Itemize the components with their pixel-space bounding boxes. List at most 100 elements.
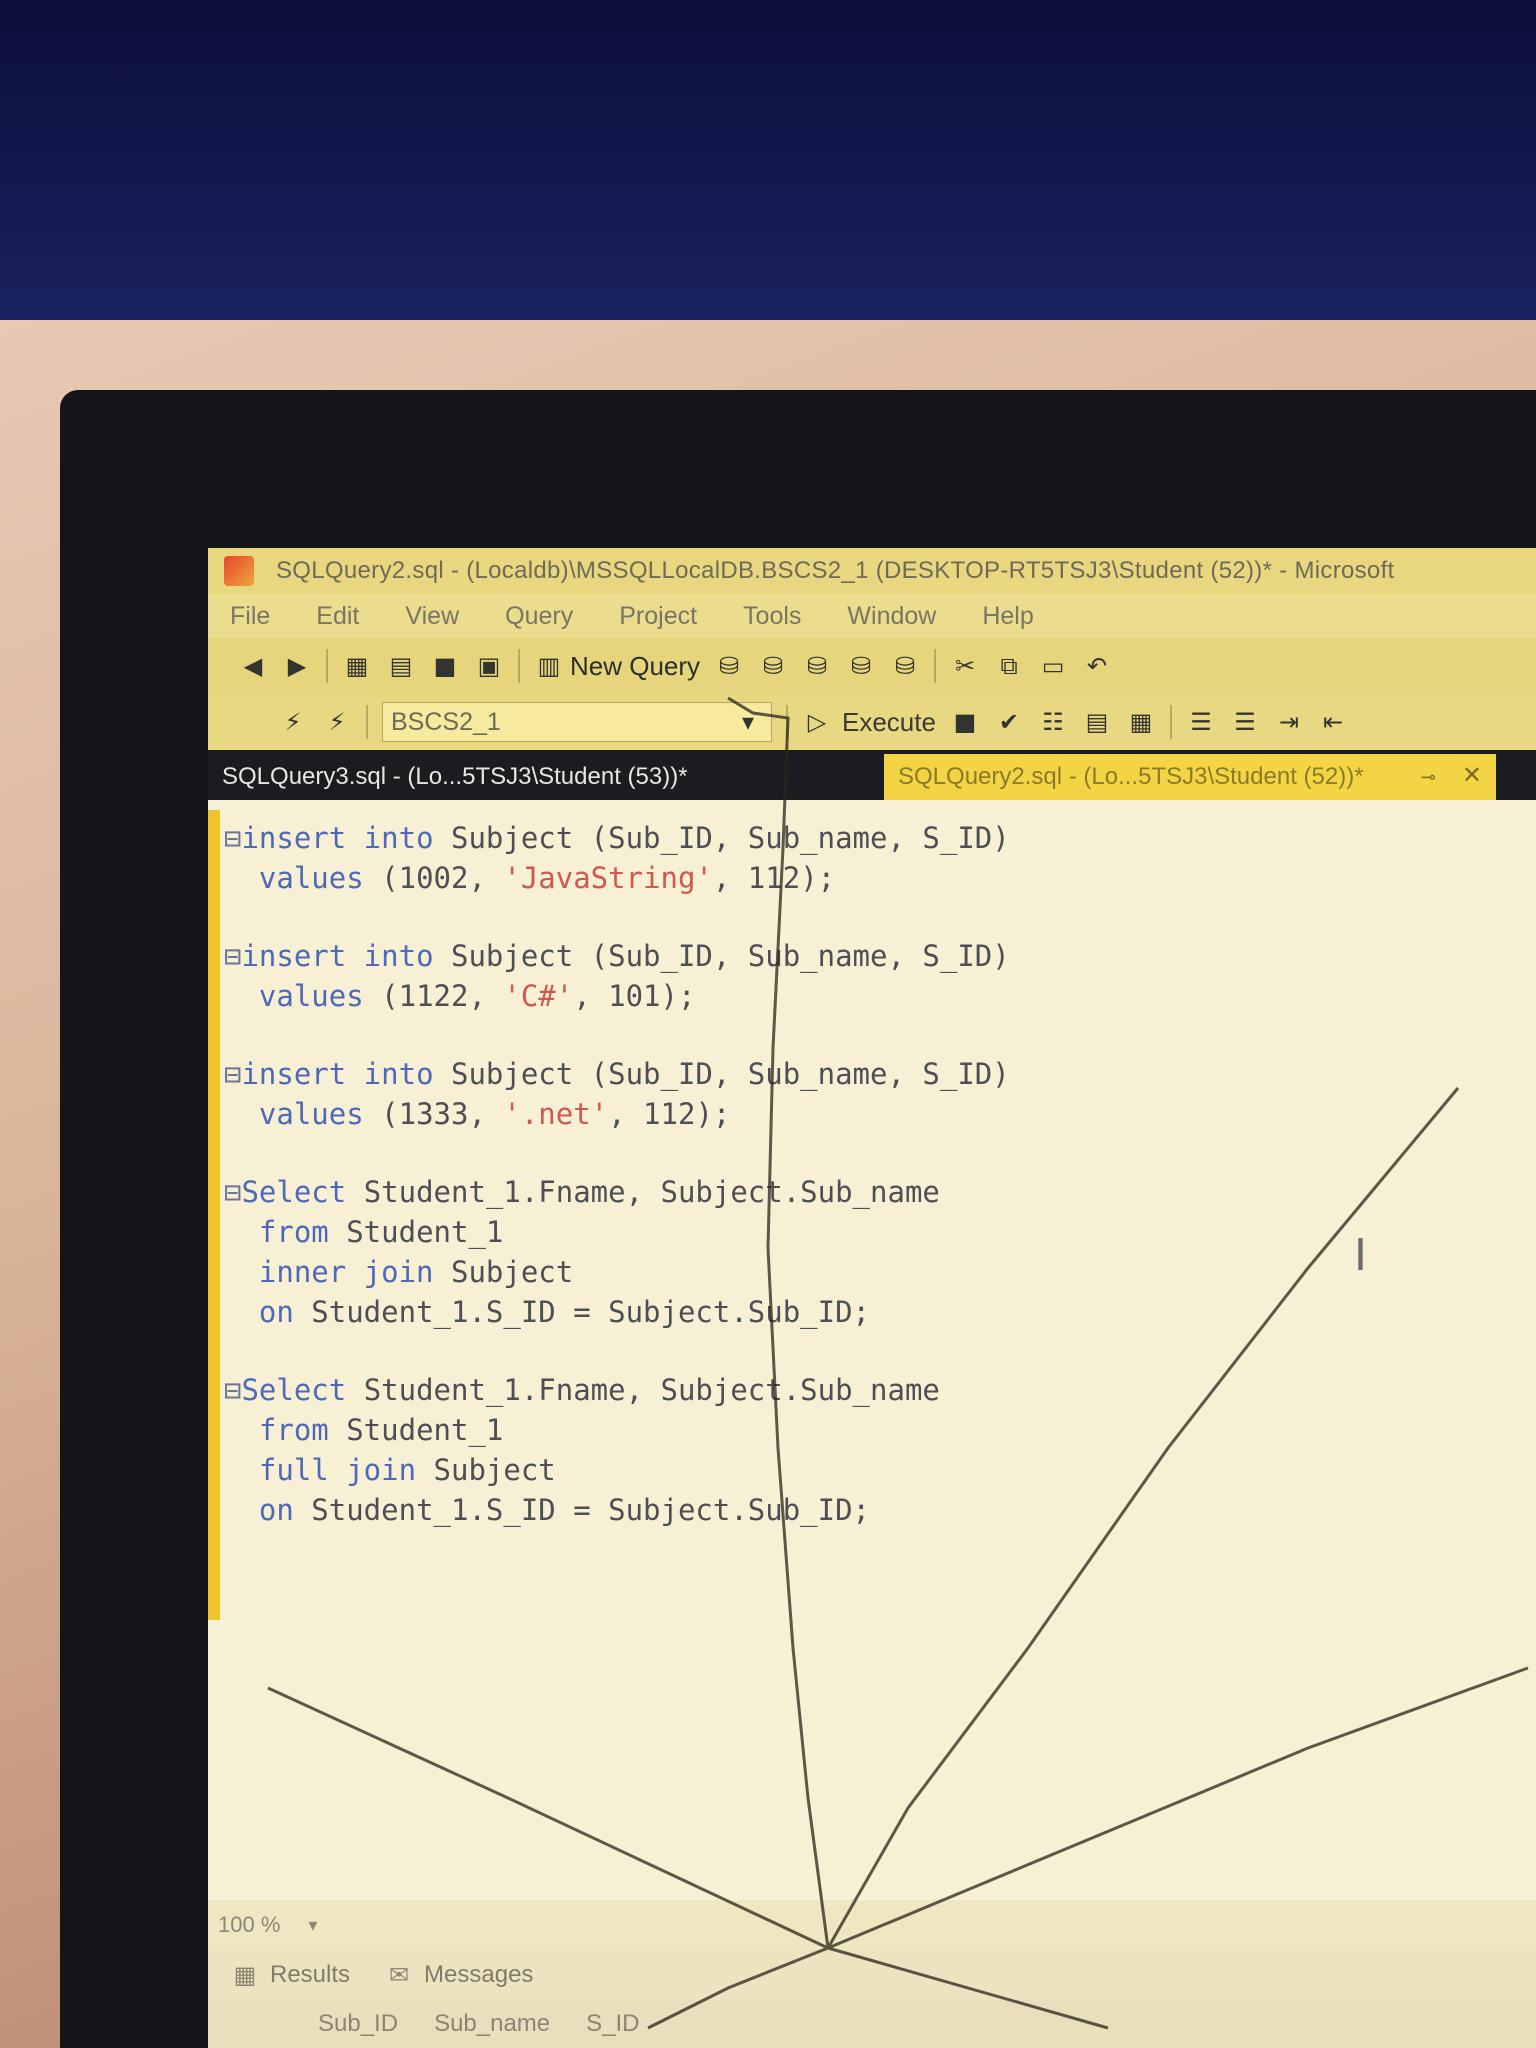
change-connection-icon[interactable]: ⚡ xyxy=(322,707,352,737)
menu-window[interactable]: Window xyxy=(847,602,936,631)
toolbar-separator xyxy=(366,705,368,739)
new-query-button[interactable]: ▥ New Query xyxy=(534,651,700,682)
code-line: on Student_1.S_ID = Subject.Sub_ID; xyxy=(258,1295,871,1329)
window-title: SQLQuery2.sql - (Localdb)\MSSQLLocalDB.B… xyxy=(276,557,1395,584)
code-line: full join Subject xyxy=(258,1453,556,1487)
outdent-icon[interactable]: ⇤ xyxy=(1318,707,1348,737)
code-line: from Student_1 xyxy=(258,1215,504,1249)
collapse-icon[interactable]: ⊟ xyxy=(224,1373,241,1407)
results-grid-header: Sub_ID Sub_name S_ID xyxy=(208,2000,1536,2048)
open-file-icon[interactable]: ▤ xyxy=(386,651,416,681)
toolbar-separator xyxy=(326,649,328,683)
monitor-screen: SQLQuery2.sql - (Localdb)\MSSQLLocalDB.B… xyxy=(208,548,1536,2048)
chevron-down-icon: ▾ xyxy=(741,708,755,736)
menu-project[interactable]: Project xyxy=(619,602,697,631)
database-value: BSCS2_1 xyxy=(391,707,501,736)
zoom-level[interactable]: 100 % xyxy=(218,1912,280,1938)
save-all-icon[interactable]: ▣ xyxy=(474,651,504,681)
grid-icon: ▦ xyxy=(233,1961,257,1989)
xmla-query-icon[interactable]: ⛁ xyxy=(846,651,876,681)
estimated-plan-icon[interactable]: ☷ xyxy=(1038,707,1068,737)
code-line: values (1122, 'C#', 101); xyxy=(258,979,696,1013)
tab-results-label: Results xyxy=(270,1961,351,1988)
document-tab-strip: SQLQuery3.sql - (Lo...5TSJ3\Student (53)… xyxy=(208,750,1536,800)
parse-check-icon[interactable]: ✔ xyxy=(994,707,1024,737)
code-area: ⊟insert into Subject (Sub_ID, Sub_name, … xyxy=(224,818,1010,1530)
code-line: ⊟Select Student_1.Fname, Subject.Sub_nam… xyxy=(224,1373,940,1407)
query-options-icon[interactable]: ▤ xyxy=(1082,707,1112,737)
menu-help[interactable]: Help xyxy=(982,602,1033,631)
code-line: values (1333, '.net', 112); xyxy=(258,1097,731,1131)
results-tab-strip: ▦ Results ✉ Messages xyxy=(208,1950,1536,2000)
code-line: values (1002, 'JavaString', 112); xyxy=(258,861,836,895)
tab-sqlquery3[interactable]: SQLQuery3.sql - (Lo...5TSJ3\Student (53)… xyxy=(208,754,884,800)
new-query-icon: ▥ xyxy=(537,652,561,680)
results-to-grid-icon[interactable]: ▦ xyxy=(1126,707,1156,737)
collapse-icon[interactable]: ⊟ xyxy=(224,939,241,973)
comment-icon[interactable]: ☰ xyxy=(1186,707,1216,737)
tab-label: SQLQuery3.sql - (Lo...5TSJ3\Student (53)… xyxy=(222,763,688,790)
code-line: ⊟Select Student_1.Fname, Subject.Sub_nam… xyxy=(224,1175,940,1209)
menu-file[interactable]: File xyxy=(230,602,270,631)
tab-sqlquery2[interactable]: SQLQuery2.sql - (Lo...5TSJ3\Student (52)… xyxy=(884,754,1496,800)
copy-icon[interactable]: ⧉ xyxy=(994,651,1024,681)
background-wall xyxy=(0,0,1536,330)
menu-query[interactable]: Query xyxy=(505,602,573,631)
menu-tools[interactable]: Tools xyxy=(743,602,801,631)
toolbar-separator xyxy=(786,705,788,739)
mdx-query-icon[interactable]: ⛁ xyxy=(758,651,788,681)
save-icon[interactable]: ■ xyxy=(430,651,460,681)
uncomment-icon[interactable]: ☰ xyxy=(1230,707,1260,737)
toolbar-separator xyxy=(518,649,520,683)
undo-icon[interactable]: ↶ xyxy=(1082,651,1112,681)
column-header[interactable]: Sub_name xyxy=(434,2010,550,2038)
execute-button[interactable]: ▷ Execute xyxy=(802,707,936,738)
cut-icon[interactable]: ✂ xyxy=(950,651,980,681)
tab-results[interactable]: ▦ Results xyxy=(230,1960,350,1990)
database-select[interactable]: BSCS2_1 ▾ xyxy=(382,702,772,742)
standard-toolbar: ◀ ▶ ▦ ▤ ■ ▣ ▥ New Query ⛁ ⛁ ⛁ ⛁ ⛁ ✂ ⧉ ▭ … xyxy=(208,638,1536,694)
new-project-icon[interactable]: ▦ xyxy=(342,651,372,681)
forward-icon[interactable]: ▶ xyxy=(282,651,312,681)
tab-label: SQLQuery2.sql - (Lo...5TSJ3\Student (52)… xyxy=(898,763,1364,790)
new-query-label: New Query xyxy=(570,650,701,681)
menu-view[interactable]: View xyxy=(405,602,459,631)
connect-icon[interactable]: ⚡ xyxy=(278,707,308,737)
sql-editor[interactable]: ⊟insert into Subject (Sub_ID, Sub_name, … xyxy=(208,800,1536,1900)
ibeam-cursor-icon: I xyxy=(1354,1230,1367,1281)
collapse-icon[interactable]: ⊟ xyxy=(224,1057,241,1091)
messages-icon: ✉ xyxy=(388,1961,410,1989)
dmx-query-icon[interactable]: ⛁ xyxy=(802,651,832,681)
code-line: on Student_1.S_ID = Subject.Sub_ID; xyxy=(258,1493,871,1527)
pin-icon[interactable]: ⊸ xyxy=(1413,763,1443,793)
execute-label: Execute xyxy=(842,706,936,737)
code-line: ⊟insert into Subject (Sub_ID, Sub_name, … xyxy=(224,939,1010,973)
change-tracking-margin xyxy=(208,810,220,1620)
sql-editor-toolbar: ⚡ ⚡ BSCS2_1 ▾ ▷ Execute ■ ✔ ☷ ▤ ▦ ☰ ☰ ⇥ … xyxy=(208,694,1536,750)
close-icon[interactable]: ✕ xyxy=(1462,762,1482,789)
dax-query-icon[interactable]: ⛁ xyxy=(890,651,920,681)
chevron-down-icon[interactable]: ▾ xyxy=(308,1915,317,1936)
code-line: inner join Subject xyxy=(258,1255,574,1289)
paste-icon[interactable]: ▭ xyxy=(1038,651,1068,681)
tab-messages-label: Messages xyxy=(424,1961,534,1988)
menu-bar: File Edit View Query Project Tools Windo… xyxy=(208,594,1536,638)
toolbar-separator xyxy=(1169,705,1172,739)
zoom-bar: 100 % ▾ xyxy=(208,1900,1536,1950)
tab-messages[interactable]: ✉ Messages xyxy=(384,1960,533,1990)
code-line: from Student_1 xyxy=(258,1413,504,1447)
ssms-logo-icon xyxy=(224,556,254,586)
toolbar-separator xyxy=(934,649,937,683)
column-header[interactable]: Sub_ID xyxy=(318,2010,398,2038)
back-icon[interactable]: ◀ xyxy=(238,651,268,681)
collapse-icon[interactable]: ⊟ xyxy=(224,1175,241,1209)
database-query-icon[interactable]: ⛁ xyxy=(714,651,744,681)
stop-icon[interactable]: ■ xyxy=(950,707,980,737)
menu-edit[interactable]: Edit xyxy=(316,602,359,631)
collapse-icon[interactable]: ⊟ xyxy=(224,821,241,855)
code-line: ⊟insert into Subject (Sub_ID, Sub_name, … xyxy=(224,1057,1010,1091)
code-line: ⊟insert into Subject (Sub_ID, Sub_name, … xyxy=(224,821,1010,855)
indent-icon[interactable]: ⇥ xyxy=(1274,707,1304,737)
title-bar: SQLQuery2.sql - (Localdb)\MSSQLLocalDB.B… xyxy=(208,548,1536,594)
column-header[interactable]: S_ID xyxy=(586,2010,639,2038)
